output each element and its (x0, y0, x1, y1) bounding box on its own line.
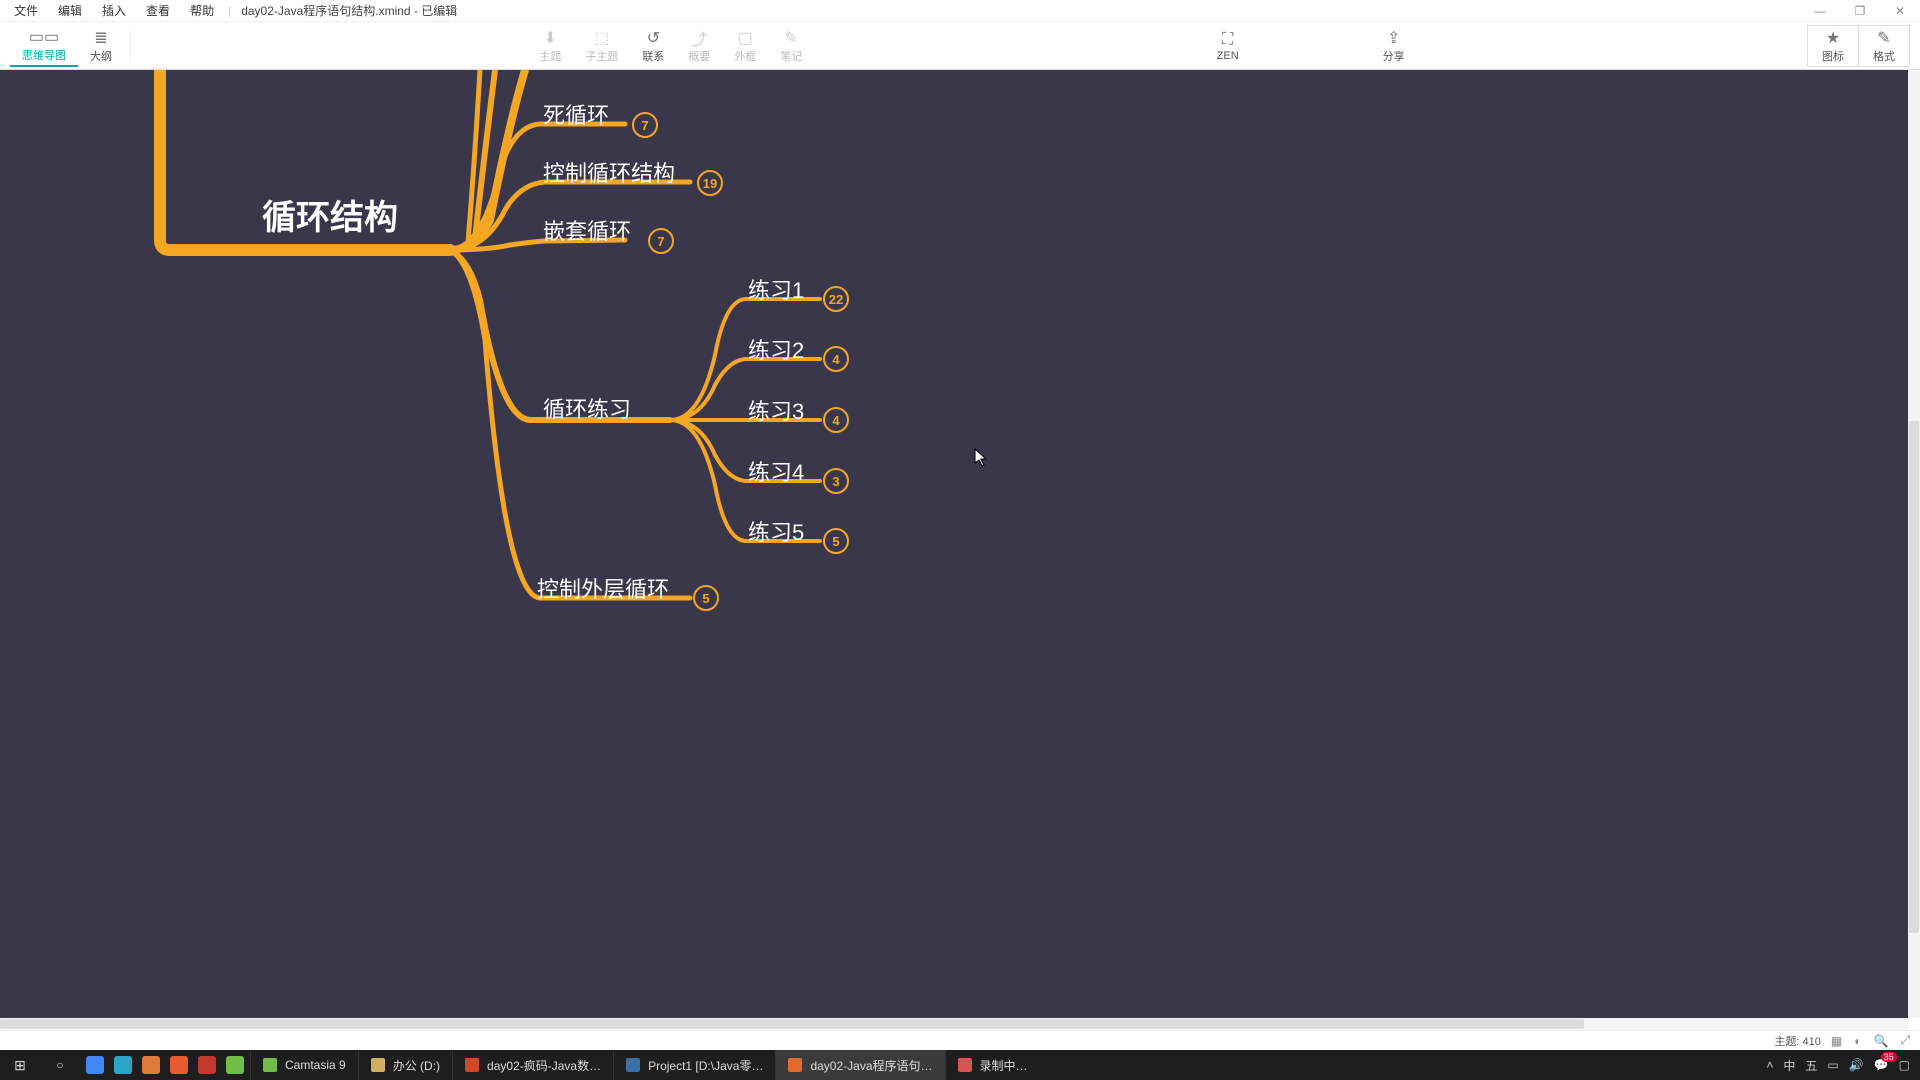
recorder-icon (958, 1058, 972, 1072)
note-icon: ✎ (785, 28, 798, 48)
intellij-icon (626, 1058, 640, 1072)
outline-icon: ≣ (94, 28, 107, 48)
pen-icon: ✎ (1877, 28, 1890, 48)
mindmap-canvas[interactable]: 循环结构 死循环 7 控制循环结构 19 嵌套循环 7 循环练习 练习1 22 … (0, 70, 1908, 1018)
badge-practice-3[interactable]: 4 (823, 407, 849, 433)
node-root[interactable]: 循环结构 (262, 190, 398, 239)
v-scroll-thumb[interactable] (1909, 421, 1919, 933)
status-map-icon[interactable]: ▦ (1829, 1034, 1844, 1048)
topic-icon: ⬇ (544, 28, 557, 48)
toolbar-share[interactable]: ⇪ 分享 (1371, 26, 1417, 66)
status-topic-count: 主题: 410 (1774, 1033, 1820, 1049)
app-icon-6[interactable] (226, 1056, 244, 1074)
toolbar-note[interactable]: ✎ 笔记 (768, 26, 814, 66)
menu-help[interactable]: 帮助 (180, 0, 224, 21)
toolbar-format-panel[interactable]: ✎ 格式 (1858, 25, 1910, 67)
node-outer-loop-control[interactable]: 控制外层循环 (537, 572, 669, 604)
badge-nested-loop[interactable]: 7 (648, 228, 674, 254)
badge-practice-5[interactable]: 5 (823, 528, 849, 554)
node-nested-loop[interactable]: 嵌套循环 (543, 214, 631, 246)
close-button[interactable]: ✕ (1880, 0, 1920, 22)
node-control-loop[interactable]: 控制循环结构 (543, 156, 675, 188)
start-button[interactable]: ⊞ (0, 1057, 40, 1074)
badge-outer-loop-control[interactable]: 5 (693, 585, 719, 611)
horizontal-scrollbar[interactable] (0, 1018, 1908, 1030)
tray-ime-1[interactable]: 中 (1783, 1057, 1795, 1074)
file-title: day02-Java程序语句结构.xmind - 已编辑 (235, 0, 463, 21)
taskbar-app-explorer[interactable]: 办公 (D:) (358, 1050, 452, 1080)
share-icon: ⇪ (1387, 28, 1400, 48)
node-loop-practice[interactable]: 循环练习 (543, 392, 631, 424)
taskbar-app-intellij[interactable]: Project1 [D:\Java零… (613, 1050, 775, 1080)
system-tray: ˄ 中 五 ▭ 🔊 💬35 ▢ (1756, 1057, 1920, 1074)
taskbar-app-camtasia[interactable]: Camtasia 9 (250, 1050, 358, 1080)
status-fit-icon[interactable]: ⤢ (1898, 1033, 1912, 1048)
powerpoint-icon (465, 1058, 479, 1072)
menubar: 文件 编辑 插入 查看 帮助 | day02-Java程序语句结构.xmind … (0, 0, 1920, 22)
status-zoom-icon[interactable]: 🔍 (1871, 1034, 1890, 1048)
window-controls: — ❐ ✕ (1800, 0, 1920, 22)
badge-practice-4[interactable]: 3 (823, 468, 849, 494)
node-practice-2[interactable]: 练习2 (748, 333, 804, 365)
node-dead-loop[interactable]: 死循环 (543, 98, 609, 130)
summary-icon: ⤴ (691, 28, 707, 48)
toolbar-relation[interactable]: ↺ 联系 (630, 26, 676, 66)
folder-icon (371, 1058, 385, 1072)
tray-notifications[interactable]: 💬35 (1874, 1058, 1889, 1072)
menubar-divider: | (224, 4, 235, 18)
badge-control-loop[interactable]: 19 (697, 170, 723, 196)
statusbar: 主题: 410 ▦ ◐ 🔍 ⤢ (0, 1030, 1920, 1050)
node-practice-3[interactable]: 练习3 (748, 394, 804, 426)
taskbar-app-xmind[interactable]: day02-Java程序语句… (775, 1050, 944, 1080)
toolbar-summary[interactable]: ⤴ 概要 (676, 26, 722, 66)
mindmap-icon: ▭▭ (29, 27, 59, 47)
badge-dead-loop[interactable]: 7 (632, 112, 658, 138)
toolbar-boundary[interactable]: ▢ 外框 (722, 26, 768, 66)
node-practice-5[interactable]: 练习5 (748, 515, 804, 547)
star-icon: ★ (1826, 28, 1840, 48)
toolbar-subtopic[interactable]: ⬚ 子主题 (573, 26, 630, 66)
h-scroll-thumb[interactable] (0, 1019, 1584, 1029)
menu-file[interactable]: 文件 (4, 0, 48, 21)
badge-practice-2[interactable]: 4 (823, 346, 849, 372)
boundary-icon: ▢ (738, 28, 753, 48)
tray-battery-icon[interactable]: ▭ (1827, 1058, 1838, 1072)
chrome-icon[interactable] (86, 1056, 104, 1074)
node-practice-1[interactable]: 练习1 (748, 273, 804, 305)
status-dark-icon[interactable]: ◐ (1852, 1034, 1863, 1048)
maximize-button[interactable]: ❐ (1840, 0, 1880, 22)
toolbar-mindmap-view[interactable]: ▭▭ 思维导图 (10, 25, 78, 67)
canvas-area: 循环结构 死循环 7 控制循环结构 19 嵌套循环 7 循环练习 练习1 22 … (0, 70, 1920, 1030)
menu-insert[interactable]: 插入 (92, 0, 136, 21)
toolbar-icons-panel[interactable]: ★ 图标 (1807, 25, 1858, 67)
relation-icon: ↺ (647, 28, 660, 48)
badge-practice-1[interactable]: 22 (823, 286, 849, 312)
minimize-button[interactable]: — (1800, 0, 1840, 22)
subtopic-icon: ⬚ (594, 28, 609, 48)
vertical-scrollbar[interactable] (1908, 70, 1920, 1018)
node-practice-4[interactable]: 练习4 (748, 455, 804, 487)
toolbar-topic[interactable]: ⬇ 主题 (527, 26, 573, 66)
tray-ime-2[interactable]: 五 (1805, 1057, 1817, 1074)
taskbar-pinned (80, 1056, 250, 1074)
app-icon-2[interactable] (114, 1056, 132, 1074)
toolbar-outline-view[interactable]: ≣ 大纲 (78, 26, 124, 66)
xmind-icon (788, 1058, 802, 1072)
taskbar: ⊞ ○ Camtasia 9 办公 (D:) day02-疯码-Java数… P… (0, 1050, 1920, 1080)
taskbar-app-powerpoint[interactable]: day02-疯码-Java数… (452, 1050, 613, 1080)
firefox-icon[interactable] (170, 1056, 188, 1074)
tray-chevron-icon[interactable]: ˄ (1766, 1058, 1773, 1072)
tray-volume-icon[interactable]: 🔊 (1849, 1058, 1864, 1072)
taskbar-app-recorder[interactable]: 录制中… (945, 1050, 1040, 1080)
app-icon-3[interactable] (142, 1056, 160, 1074)
app-icon-5[interactable] (198, 1056, 216, 1074)
tray-action-center-icon[interactable]: ▢ (1899, 1058, 1910, 1072)
menu-view[interactable]: 查看 (136, 0, 180, 21)
toolbar-zen[interactable]: ⛶ ZEN (1205, 28, 1251, 64)
menu-edit[interactable]: 编辑 (48, 0, 92, 21)
camtasia-icon (263, 1058, 277, 1072)
taskbar-search[interactable]: ○ (40, 1058, 80, 1072)
zen-icon: ⛶ (1222, 30, 1233, 50)
toolbar: ▭▭ 思维导图 ≣ 大纲 ⬇ 主题 ⬚ 子主题 ↺ 联系 ⤴ 概要 ▢ 外框 (0, 22, 1920, 70)
